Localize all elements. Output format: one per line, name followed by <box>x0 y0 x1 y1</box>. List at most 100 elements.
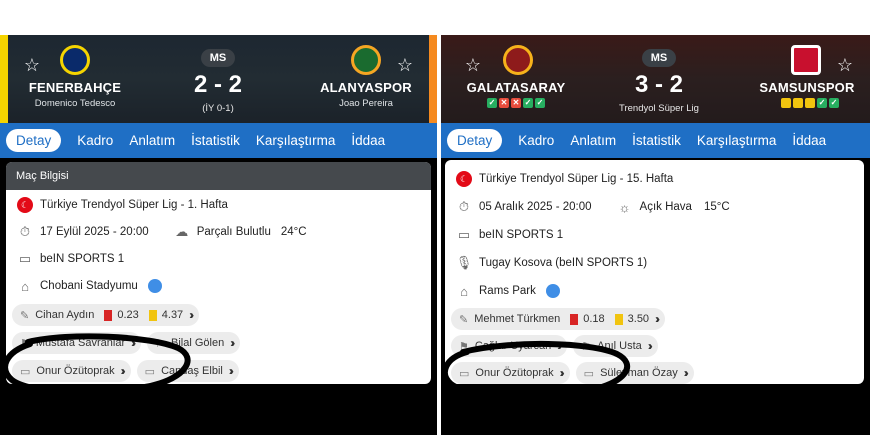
galatasaray-crest-icon <box>503 45 533 75</box>
referee-name: Cihan Aydın <box>35 309 95 321</box>
match-info-card: Maç Bilgisi ☾ Türkiye Trendyol Süper Lig… <box>6 162 431 384</box>
home-color-stripe <box>0 35 8 123</box>
assistant-referee-chip-1[interactable]: ⚑ Çağlar Uyarcan ›› <box>451 335 568 357</box>
tab-istatistik[interactable]: İstatistik <box>191 133 240 148</box>
assistant-referee-chip-1[interactable]: ⚑ Mustafa Savranlar ›› <box>12 332 142 354</box>
flag-icon: ⚑ <box>20 337 30 350</box>
favorite-home-star-icon[interactable]: ☆ <box>463 55 483 75</box>
tab-karsilastirma[interactable]: Karşılaştırma <box>697 133 777 148</box>
tab-kadro[interactable]: Kadro <box>77 133 113 148</box>
assistant-referee-1: Mustafa Savranlar <box>35 337 126 349</box>
form-loss-icon: ✕ <box>499 98 509 108</box>
var-referee-chip[interactable]: ▭ Onur Özütoprak ›› <box>12 360 131 382</box>
match-tabs: Detay Kadro Anlatım İstatistik Karşılaşt… <box>0 123 437 158</box>
assistant-referee-2: Bilal Gölen <box>171 337 225 349</box>
microphone-icon: 🎙 <box>455 255 473 270</box>
match-datetime: 05 Aralık 2025 - 20:00 <box>479 201 592 213</box>
turkey-flag-icon: ☾ <box>17 197 33 213</box>
form-draw-icon <box>781 98 791 108</box>
avar-referee-chip[interactable]: ▭ Candaş Elbil ›› <box>136 360 239 382</box>
tab-iddaa[interactable]: İddaa <box>792 133 826 148</box>
home-coach: Domenico Tedesco <box>34 98 116 109</box>
var-icon: ▭ <box>20 365 31 378</box>
channel-row: ▭ beIN SPORTS 1 <box>6 249 431 269</box>
yellow-card-average: 3.50 <box>627 313 650 325</box>
tab-karsilastirma[interactable]: Karşılaştırma <box>256 133 336 148</box>
weather-text: Parçalı Bulutlu <box>196 226 271 238</box>
avar-referee: Süleyman Özay <box>600 367 678 379</box>
favorite-away-star-icon[interactable]: ☆ <box>835 55 855 75</box>
red-card-icon <box>570 313 579 325</box>
match-header: ☆ GALATASARAY ✓ ✕ ✕ ✓ ✓ MS 3 - 2 Trendyo… <box>441 35 870 123</box>
datetime-row: ⏱ 17 Eylül 2025 - 20:00 ☁ Parçalı Bulutl… <box>6 222 431 242</box>
var-referee: Onur Özütoprak <box>36 365 115 377</box>
tab-iddaa[interactable]: İddaa <box>351 133 385 148</box>
favorite-home-star-icon[interactable]: ☆ <box>22 55 42 75</box>
stadium-icon: ⌂ <box>21 278 29 294</box>
var-row: ▭ Onur Özütoprak ›› ▭ Candaş Elbil ›› <box>6 359 431 383</box>
turkey-flag-icon: ☾ <box>456 171 472 187</box>
match-panel-fenerbahce: ☆ FENERBAHÇE Domenico Tedesco MS 2 - 2 (… <box>0 0 437 435</box>
tab-kadro[interactable]: Kadro <box>518 133 554 148</box>
bottom-bar <box>0 395 437 435</box>
yellow-card-icon <box>148 309 157 321</box>
chevron-right-icon: ›› <box>557 339 562 353</box>
var-referee-chip[interactable]: ▭ Onur Özütoprak ›› <box>451 362 570 384</box>
stadium-icon: ⌂ <box>460 283 468 299</box>
home-team-name[interactable]: GALATASARAY <box>465 80 567 95</box>
location-pin-icon[interactable] <box>147 279 162 293</box>
commentator-row: 🎙 Tugay Kosova (beIN SPORTS 1) <box>445 252 864 274</box>
var-referee: Onur Özütoprak <box>475 367 554 379</box>
league-name: Türkiye Trendyol Süper Lig - 15. Hafta <box>479 173 674 185</box>
tab-detay[interactable]: Detay <box>447 129 503 152</box>
avar-referee: Candaş Elbil <box>161 365 223 377</box>
stadium-row[interactable]: ⌂ Rams Park <box>445 280 864 302</box>
tv-channel: beIN SPORTS 1 <box>40 253 125 265</box>
form-win-icon: ✓ <box>535 98 545 108</box>
clock-icon: ⏱ <box>19 224 31 239</box>
match-panel-galatasaray: ☆ GALATASARAY ✓ ✕ ✕ ✓ ✓ MS 3 - 2 Trendyo… <box>441 0 870 435</box>
top-margin <box>0 0 437 35</box>
halftime-score: (İY 0-1) <box>202 103 234 114</box>
red-card-average: 0.18 <box>583 313 605 325</box>
flag-icon: ⚑ <box>581 340 592 353</box>
away-team-name[interactable]: ALANYASPOR <box>318 80 414 95</box>
tab-anlatim[interactable]: Anlatım <box>129 133 175 148</box>
league-row[interactable]: ☾ Türkiye Trendyol Süper Lig - 15. Hafta <box>445 168 864 190</box>
clock-icon: ⏱ <box>458 199 470 214</box>
referee-chip[interactable]: ✎ Cihan Aydın 0.23 4.37 ›› <box>12 304 200 326</box>
fenerbahce-crest-icon <box>60 45 90 75</box>
form-draw-icon <box>805 98 815 108</box>
samsunspor-crest-icon <box>791 45 821 75</box>
favorite-away-star-icon[interactable]: ☆ <box>395 55 415 75</box>
assistant-referee-chip-2[interactable]: ⚑ Bilal Gölen ›› <box>147 332 241 354</box>
match-header: ☆ FENERBAHÇE Domenico Tedesco MS 2 - 2 (… <box>0 35 437 123</box>
tv-icon: ▭ <box>457 227 471 242</box>
tab-istatistik[interactable]: İstatistik <box>632 133 681 148</box>
stadium-row[interactable]: ⌂ Chobani Stadyumu <box>6 276 431 296</box>
form-win-icon: ✓ <box>487 98 497 108</box>
league-name: Türkiye Trendyol Süper Lig - 1. Hafta <box>40 199 228 211</box>
assistant-referee-chip-2[interactable]: ⚑ Anıl Usta ›› <box>573 335 658 357</box>
league-row[interactable]: ☾ Türkiye Trendyol Süper Lig - 1. Hafta <box>6 195 431 215</box>
assistants-row: ⚑ Mustafa Savranlar ›› ⚑ Bilal Gölen ›› <box>6 331 431 355</box>
away-team-name[interactable]: SAMSUNSPOR <box>757 80 857 95</box>
chevron-right-icon: ›› <box>230 336 235 350</box>
yellow-card-average: 4.37 <box>161 309 184 321</box>
avar-referee-chip[interactable]: ▭ Süleyman Özay ›› <box>575 362 694 384</box>
assistant-referee-2: Anıl Usta <box>597 340 642 352</box>
tab-anlatim[interactable]: Anlatım <box>570 133 616 148</box>
match-score: 3 - 2 <box>634 71 684 98</box>
tv-icon: ▭ <box>18 251 32 266</box>
tab-detay[interactable]: Detay <box>6 129 62 152</box>
stadium-name: Chobani Stadyumu <box>40 280 138 292</box>
referee-row: ✎ Cihan Aydın 0.23 4.37 ›› <box>6 303 431 327</box>
chevron-right-icon: ›› <box>131 336 136 350</box>
match-status-badge: MS <box>201 49 235 67</box>
home-team-name[interactable]: FENERBAHÇE <box>28 80 122 95</box>
referee-chip[interactable]: ✎ Mehmet Türkmen 0.18 3.50 ›› <box>451 308 666 330</box>
assistants-row: ⚑ Çağlar Uyarcan ›› ⚑ Anıl Usta ›› <box>445 334 864 358</box>
chevron-right-icon: ›› <box>683 366 689 380</box>
chevron-right-icon: ›› <box>647 339 653 353</box>
location-pin-icon[interactable] <box>545 284 560 298</box>
